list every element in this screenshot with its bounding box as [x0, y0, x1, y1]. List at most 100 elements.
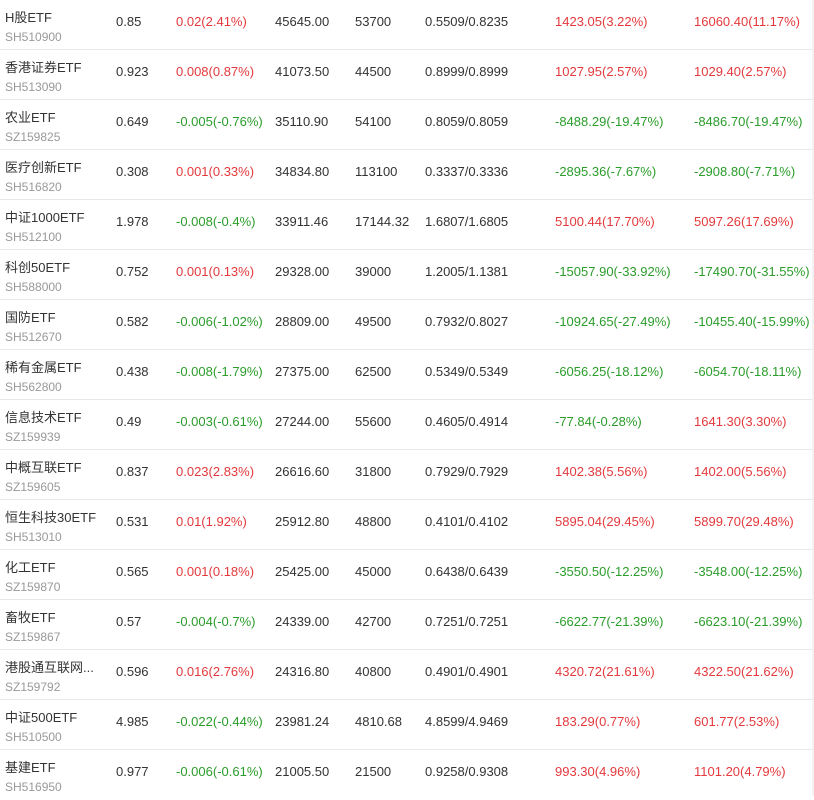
- fund-name: 香港证券ETF: [5, 60, 82, 75]
- day-change: 0.001(0.13%): [176, 264, 255, 279]
- table-row[interactable]: 中概互联ETF SZ159605 0.837 0.023(2.83%) 26616.60…: [0, 450, 814, 500]
- market-value: 28809.00: [275, 314, 330, 329]
- holding-shares: 45000: [355, 564, 392, 579]
- table-row[interactable]: 香港证券ETF SH513090 0.923 0.008(0.87%) 41073.50…: [0, 50, 814, 100]
- price: 0.531: [116, 514, 149, 529]
- floating-profit: 1402.38(5.56%): [555, 464, 648, 479]
- table-row[interactable]: 科创50ETF SH588000 0.752 0.001(0.13%) 29328.00…: [0, 250, 814, 300]
- market-value: 35110.90: [275, 114, 329, 129]
- fund-code: SH512100: [5, 230, 62, 244]
- holding-shares: 53700: [355, 14, 392, 29]
- day-change: 0.01(1.92%): [176, 514, 247, 529]
- holding-shares: 48800: [355, 514, 392, 529]
- cost-price: 0.5349/0.5349: [425, 364, 509, 379]
- cumulative-profit: -8486.70(-19.47%): [694, 114, 803, 129]
- cost-price: 0.4101/0.4102: [425, 514, 509, 529]
- holding-shares: 49500: [355, 314, 392, 329]
- table-row[interactable]: 医疗创新ETF SH516820 0.308 0.001(0.33%) 34834.80…: [0, 150, 814, 200]
- floating-profit: -2895.36(-7.67%): [555, 164, 657, 179]
- fund-name: 中证500ETF: [5, 710, 78, 725]
- cumulative-profit: 1029.40(2.57%): [694, 64, 787, 79]
- cost-price: 0.7929/0.7929: [425, 464, 509, 479]
- price: 0.308: [116, 164, 149, 179]
- market-value: 24339.00: [275, 614, 330, 629]
- table-row[interactable]: 国防ETF SH512670 0.582 -0.006(-1.02%) 28809.00…: [0, 300, 814, 350]
- price: 0.582: [116, 314, 149, 329]
- fund-name: 稀有金属ETF: [5, 360, 82, 375]
- table-row[interactable]: 基建ETF SH516950 0.977 -0.006(-0.61%) 21005.50…: [0, 750, 814, 800]
- table-row[interactable]: 港股通互联网... SZ159792 0.596 0.016(2.76%) 24316.…: [0, 650, 814, 700]
- fund-name: 化工ETF: [5, 560, 56, 575]
- day-change: -0.003(-0.61%): [176, 414, 263, 429]
- market-value: 41073.50: [275, 64, 330, 79]
- holding-shares: 31800: [355, 464, 392, 479]
- price: 0.438: [116, 364, 149, 379]
- market-value: 45645.00: [275, 14, 330, 29]
- floating-profit: -8488.29(-19.47%): [555, 114, 664, 129]
- price: 0.923: [116, 64, 149, 79]
- fund-code: SZ159939: [5, 430, 61, 444]
- day-change: -0.008(-0.4%): [176, 214, 256, 229]
- cost-price: 0.3337/0.3336: [425, 164, 509, 179]
- price: 4.985: [116, 714, 149, 729]
- day-change: -0.006(-1.02%): [176, 314, 263, 329]
- table-row[interactable]: 中证1000ETF SH512100 1.978 -0.008(-0.4%) 33911…: [0, 200, 814, 250]
- day-change: 0.02(2.41%): [176, 14, 247, 29]
- cumulative-profit: 1101.20(4.79%): [694, 764, 786, 779]
- fund-name: 恒生科技30ETF: [5, 510, 97, 525]
- fund-code: SH510900: [5, 30, 62, 44]
- price: 0.49: [116, 414, 142, 429]
- day-change: -0.004(-0.7%): [176, 614, 256, 629]
- market-value: 26616.60: [275, 464, 330, 479]
- floating-profit: 183.29(0.77%): [555, 714, 641, 729]
- holdings-table: H股ETF SH510900 0.85 0.02(2.41%) 45645.00 5370…: [0, 0, 814, 800]
- holding-shares: 17144.32: [355, 214, 410, 229]
- cumulative-profit: -6623.10(-21.39%): [694, 614, 803, 629]
- table-row[interactable]: 恒生科技30ETF SH513010 0.531 0.01(1.92%) 25912.8…: [0, 500, 814, 550]
- cumulative-profit: -2908.80(-7.71%): [694, 164, 796, 179]
- market-value: 27244.00: [275, 414, 330, 429]
- fund-code: SH516950: [5, 780, 62, 794]
- cost-price: 4.8599/4.9469: [425, 714, 509, 729]
- price: 0.977: [116, 764, 149, 779]
- fund-name: 信息技术ETF: [5, 410, 82, 425]
- price: 0.752: [116, 264, 149, 279]
- holding-shares: 42700: [355, 614, 392, 629]
- fund-code: SZ159605: [5, 480, 61, 494]
- market-value: 25425.00: [275, 564, 330, 579]
- fund-name: 科创50ETF: [5, 260, 71, 275]
- cumulative-profit: 16060.40(11.17%): [694, 14, 801, 29]
- cost-price: 0.4901/0.4901: [425, 664, 509, 679]
- table-row[interactable]: 中证500ETF SH510500 4.985 -0.022(-0.44%) 23981…: [0, 700, 814, 750]
- cost-price: 0.5509/0.8235: [425, 14, 509, 29]
- day-change: -0.005(-0.76%): [176, 114, 263, 129]
- table-row[interactable]: 稀有金属ETF SH562800 0.438 -0.008(-1.79%) 27375.…: [0, 350, 814, 400]
- cumulative-profit: 1402.00(5.56%): [694, 464, 787, 479]
- table-row[interactable]: H股ETF SH510900 0.85 0.02(2.41%) 45645.00 5370…: [0, 0, 814, 50]
- table-row[interactable]: 畜牧ETF SZ159867 0.57 -0.004(-0.7%) 24339.00 42…: [0, 600, 814, 650]
- price: 0.57: [116, 614, 142, 629]
- fund-code: SH513090: [5, 80, 62, 94]
- price: 0.596: [116, 664, 149, 679]
- cost-price: 0.6438/0.6439: [425, 564, 509, 579]
- table-row[interactable]: 信息技术ETF SZ159939 0.49 -0.003(-0.61%) 27244.0…: [0, 400, 814, 450]
- fund-name: 基建ETF: [5, 760, 56, 775]
- floating-profit: -6056.25(-18.12%): [555, 364, 664, 379]
- holding-shares: 40800: [355, 664, 392, 679]
- day-change: 0.023(2.83%): [176, 464, 255, 479]
- cumulative-profit: 4322.50(21.62%): [694, 664, 794, 679]
- day-change: -0.008(-1.79%): [176, 364, 263, 379]
- table-row[interactable]: 农业ETF SZ159825 0.649 -0.005(-0.76%) 35110.90…: [0, 100, 814, 150]
- fund-name: 农业ETF: [5, 110, 56, 125]
- day-change: -0.006(-0.61%): [176, 764, 263, 779]
- table-row[interactable]: 化工ETF SZ159870 0.565 0.001(0.18%) 25425.00 45…: [0, 550, 814, 600]
- holding-shares: 54100: [355, 114, 392, 129]
- fund-code: SH513010: [5, 530, 62, 544]
- fund-name: 中概互联ETF: [5, 460, 82, 475]
- cumulative-profit: -3548.00(-12.25%): [694, 564, 803, 579]
- fund-name: 医疗创新ETF: [5, 160, 82, 175]
- floating-profit: -10924.65(-27.49%): [555, 314, 671, 329]
- fund-name: 畜牧ETF: [5, 610, 56, 625]
- market-value: 24316.80: [275, 664, 330, 679]
- floating-profit: 993.30(4.96%): [555, 764, 641, 779]
